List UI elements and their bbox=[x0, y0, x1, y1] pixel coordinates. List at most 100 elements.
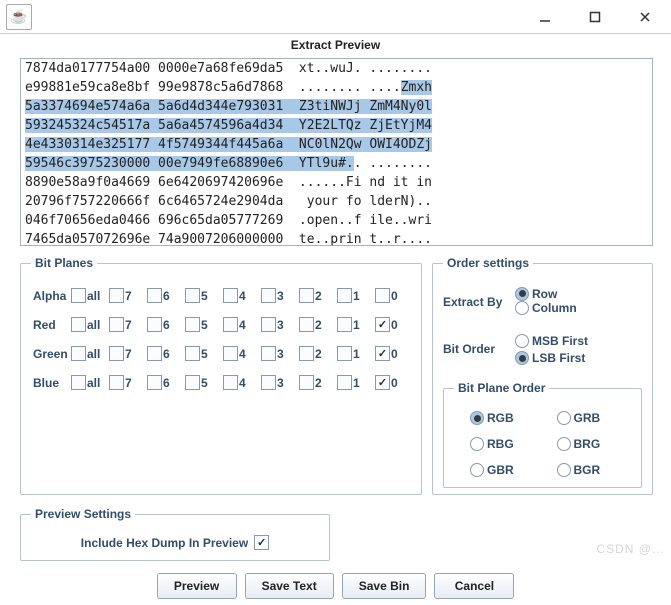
bit-cell-label: 1 bbox=[353, 347, 360, 361]
bit-checkbox-red-all[interactable] bbox=[71, 317, 86, 332]
preview-line: 7874da0177754a00 0000e7a68fe69da5 xt..wu… bbox=[21, 59, 652, 78]
bit-cell-label: 7 bbox=[125, 347, 132, 361]
bit-checkbox-red-3[interactable] bbox=[261, 317, 276, 332]
bit-checkbox-alpha-1[interactable] bbox=[337, 288, 352, 303]
bit-checkbox-red-2[interactable] bbox=[299, 317, 314, 332]
radio-label: Column bbox=[532, 301, 577, 315]
bit-checkbox-red-7[interactable] bbox=[109, 317, 124, 332]
bit-checkbox-blue-0[interactable] bbox=[375, 375, 390, 390]
bit-cell-label: 2 bbox=[315, 289, 322, 303]
bit-plane-cell: all bbox=[71, 317, 107, 332]
bit-checkbox-alpha-3[interactable] bbox=[261, 288, 276, 303]
extract-by-radio-column[interactable]: Column bbox=[515, 301, 577, 315]
bit-checkbox-blue-all[interactable] bbox=[71, 375, 86, 390]
bit-checkbox-blue-6[interactable] bbox=[147, 375, 162, 390]
bit-checkbox-green-6[interactable] bbox=[147, 346, 162, 361]
bit-cell-label: 4 bbox=[239, 376, 246, 390]
bit-checkbox-green-all[interactable] bbox=[71, 346, 86, 361]
hex-preview[interactable]: 7874da0177754a00 0000e7a68fe69da5 xt..wu… bbox=[20, 58, 653, 246]
bit-plane-row-alpha: Alphaall76543210 bbox=[31, 288, 411, 303]
bit-cell-label: 4 bbox=[239, 289, 246, 303]
bpo-radio-rgb[interactable]: RGB bbox=[470, 411, 535, 425]
preview-button[interactable]: Preview bbox=[157, 573, 237, 599]
bit-plane-cell: 4 bbox=[223, 375, 259, 390]
bit-plane-cell: 7 bbox=[109, 317, 145, 332]
bit-checkbox-blue-2[interactable] bbox=[299, 375, 314, 390]
bit-checkbox-green-3[interactable] bbox=[261, 346, 276, 361]
bit-checkbox-blue-5[interactable] bbox=[185, 375, 200, 390]
bit-checkbox-blue-3[interactable] bbox=[261, 375, 276, 390]
maximize-button[interactable] bbox=[573, 5, 617, 29]
bit-cell-label: all bbox=[87, 347, 100, 361]
bit-checkbox-green-5[interactable] bbox=[185, 346, 200, 361]
bit-checkbox-alpha-all[interactable] bbox=[71, 288, 86, 303]
bit-cell-label: 6 bbox=[163, 347, 170, 361]
bit-cell-label: 0 bbox=[391, 289, 398, 303]
bit-plane-order-legend: Bit Plane Order bbox=[454, 381, 549, 395]
bit-cell-label: 0 bbox=[391, 376, 398, 390]
bit-cell-label: 6 bbox=[163, 289, 170, 303]
bit-checkbox-alpha-7[interactable] bbox=[109, 288, 124, 303]
bit-checkbox-blue-1[interactable] bbox=[337, 375, 352, 390]
radio-label: GRB bbox=[574, 411, 601, 425]
bit-plane-row-blue: Blueall76543210 bbox=[31, 375, 411, 390]
bit-checkbox-alpha-4[interactable] bbox=[223, 288, 238, 303]
bit-cell-label: 4 bbox=[239, 318, 246, 332]
radio-label: BGR bbox=[574, 463, 601, 477]
bit-planes-legend: Bit Planes bbox=[31, 256, 97, 270]
bit-plane-cell: 6 bbox=[147, 375, 183, 390]
bit-plane-cell: 1 bbox=[337, 288, 373, 303]
bit-plane-cell: all bbox=[71, 375, 107, 390]
bpo-radio-rbg[interactable]: RBG bbox=[470, 437, 535, 451]
bit-plane-cell: 6 bbox=[147, 346, 183, 361]
bit-checkbox-alpha-5[interactable] bbox=[185, 288, 200, 303]
bpo-radio-bgr[interactable]: BGR bbox=[557, 463, 622, 477]
bit-plane-cell: 0 bbox=[375, 375, 411, 390]
close-button[interactable] bbox=[623, 5, 667, 29]
radio-label: RBG bbox=[487, 437, 514, 451]
bpo-radio-grb[interactable]: GRB bbox=[557, 411, 622, 425]
bit-cell-label: 1 bbox=[353, 376, 360, 390]
preview-line: 20796f757220666f 6c6465724e2904da your f… bbox=[21, 192, 652, 211]
bit-checkbox-alpha-2[interactable] bbox=[299, 288, 314, 303]
bit-checkbox-red-0[interactable] bbox=[375, 317, 390, 332]
bit-checkbox-blue-7[interactable] bbox=[109, 375, 124, 390]
extract-by-label: Extract By bbox=[443, 295, 505, 309]
bit-checkbox-red-6[interactable] bbox=[147, 317, 162, 332]
bpo-radio-gbr[interactable]: GBR bbox=[470, 463, 535, 477]
save-bin-button[interactable]: Save Bin bbox=[342, 573, 427, 599]
bit-checkbox-red-5[interactable] bbox=[185, 317, 200, 332]
bit-cell-label: 5 bbox=[201, 318, 208, 332]
bit-plane-row-red: Redall76543210 bbox=[31, 317, 411, 332]
bit-order-radio-msb-first[interactable]: MSB First bbox=[515, 334, 588, 348]
bit-checkbox-red-4[interactable] bbox=[223, 317, 238, 332]
bit-plane-cell: 3 bbox=[261, 346, 297, 361]
bit-order-radio-lsb-first[interactable]: LSB First bbox=[515, 351, 585, 365]
bit-checkbox-green-1[interactable] bbox=[337, 346, 352, 361]
bit-checkbox-green-4[interactable] bbox=[223, 346, 238, 361]
bit-plane-cell: 7 bbox=[109, 288, 145, 303]
bit-plane-cell: all bbox=[71, 288, 107, 303]
bit-checkbox-green-7[interactable] bbox=[109, 346, 124, 361]
bit-checkbox-green-2[interactable] bbox=[299, 346, 314, 361]
minimize-button[interactable] bbox=[523, 5, 567, 29]
radio-label: BRG bbox=[574, 437, 601, 451]
bit-checkbox-red-1[interactable] bbox=[337, 317, 352, 332]
bit-plane-row-label: Green bbox=[31, 347, 69, 361]
preview-line: 5a3374694e574a6a 5a6d4d344e793031 Z3tiNW… bbox=[21, 97, 652, 116]
save-text-button[interactable]: Save Text bbox=[245, 573, 334, 599]
bit-cell-label: 3 bbox=[277, 376, 284, 390]
include-hex-dump-checkbox[interactable] bbox=[254, 535, 269, 550]
bit-plane-cell: 2 bbox=[299, 346, 335, 361]
bpo-radio-brg[interactable]: BRG bbox=[557, 437, 622, 451]
bit-cell-label: 1 bbox=[353, 289, 360, 303]
extract-by-radio-row[interactable]: Row bbox=[515, 287, 557, 301]
cancel-button[interactable]: Cancel bbox=[434, 573, 514, 599]
preview-line: 8890e58a9f0a4669 6e6420697420696e ......… bbox=[21, 173, 652, 192]
bit-checkbox-green-0[interactable] bbox=[375, 346, 390, 361]
bit-checkbox-blue-4[interactable] bbox=[223, 375, 238, 390]
bit-checkbox-alpha-0[interactable] bbox=[375, 288, 390, 303]
bit-checkbox-alpha-6[interactable] bbox=[147, 288, 162, 303]
radio-icon bbox=[515, 301, 529, 315]
bit-cell-label: 1 bbox=[353, 318, 360, 332]
